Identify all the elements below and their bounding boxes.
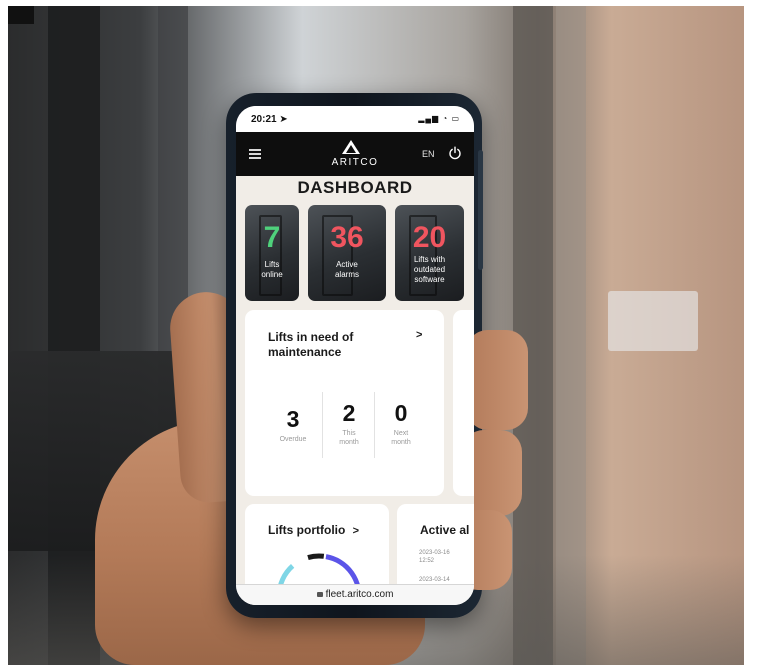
portfolio-title-text: Lifts portfolio [268, 523, 346, 537]
next-card-partial[interactable] [453, 310, 474, 496]
alarm-date: 2023-03-14 [419, 577, 450, 583]
browser-url-bar[interactable]: fleet.aritco.com [236, 584, 474, 605]
metric-value: 0 [394, 400, 408, 426]
status-time: 20:21 ➤ [251, 114, 288, 125]
alarm-time: 12:52 [419, 558, 435, 564]
maintenance-title: Lifts in need of maintenance [268, 330, 354, 359]
url-text: fleet.aritco.com [236, 589, 474, 600]
app-header: ARITCO EN [236, 132, 474, 176]
metric-value: 2 [342, 400, 356, 426]
stat-card-outdated-software[interactable]: 20 Lifts with outdated software [395, 205, 464, 301]
portfolio-title: Lifts portfolio > [268, 523, 359, 537]
stat-value: 36 [330, 221, 364, 254]
alarm-date: 2023-03-16 [419, 550, 450, 556]
chevron-right-icon[interactable]: > [353, 525, 359, 537]
metric-value: 3 [286, 406, 300, 432]
phone-side-button [478, 150, 483, 270]
metric-label: Next month [391, 430, 411, 446]
status-bar: 20:21 ➤ ▂▄▆ ◔ ▭ [236, 106, 474, 132]
menu-icon[interactable] [249, 149, 261, 159]
url-value: fleet.aritco.com [325, 589, 394, 600]
stat-value: 20 [412, 221, 447, 254]
aritco-logo-icon [342, 140, 360, 154]
lock-icon [316, 592, 323, 597]
blurred-wall-panel [608, 291, 698, 351]
stat-label: Lifts with outdated software [413, 255, 446, 284]
metric-label: This month [339, 430, 359, 446]
metric-label: Overdue [279, 436, 307, 443]
phone-screen: 20:21 ➤ ▂▄▆ ◔ ▭ ARITCO EN DASHBOARD 7 Li… [236, 106, 474, 605]
stat-label: Active alarms [334, 260, 359, 279]
metric-overdue: 3 Overdue [267, 398, 319, 464]
chevron-right-icon[interactable]: > [416, 329, 422, 341]
brand-name: ARITCO [331, 157, 379, 168]
alarms-title: Active al [420, 523, 470, 537]
stat-value: 7 [263, 221, 281, 254]
stat-label: Lifts online [261, 260, 283, 279]
alarm-row[interactable]: 2023-03-14 [419, 576, 450, 584]
stat-card-lifts-online[interactable]: 7 Lifts online [245, 205, 299, 301]
language-selector[interactable]: EN [422, 149, 435, 159]
page-title: DASHBOARD [297, 178, 413, 197]
stat-card-active-alarms[interactable]: 36 Active alarms [308, 205, 386, 301]
finger [466, 330, 528, 430]
status-icons: ▂▄▆ ◔ ▭ [418, 114, 460, 123]
corner-mark [8, 6, 34, 24]
metric-next-month: 0 Next month [374, 392, 427, 458]
maintenance-card[interactable]: Lifts in need of maintenance > 3 Overdue… [245, 310, 444, 496]
metric-this-month: 2 This month [322, 392, 375, 458]
alarm-row[interactable]: 2023-03-16 12:52 [419, 549, 450, 565]
power-icon[interactable] [448, 146, 462, 160]
